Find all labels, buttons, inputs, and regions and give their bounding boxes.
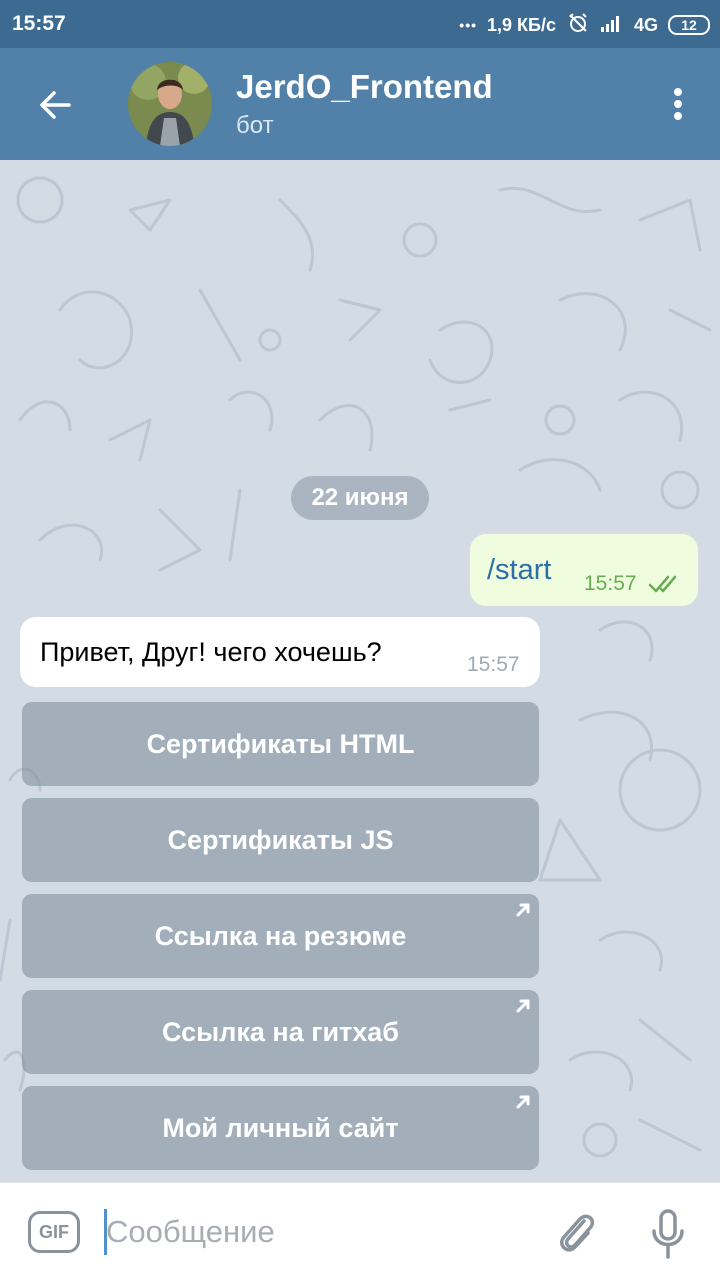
inline-button-label: Ссылка на гитхаб — [161, 1016, 399, 1047]
chat-title[interactable]: JerdO_Frontend — [236, 68, 493, 106]
date-separator: 22 июня — [291, 476, 429, 520]
inline-button-label: Сертификаты JS — [167, 824, 394, 855]
read-checkmarks-icon — [648, 575, 677, 593]
chat-area[interactable]: 22 июня /start 15:57 Привет, Друг! чего … — [0, 160, 720, 1182]
signal-icon — [600, 13, 624, 38]
chat-header: JerdO_Frontend бот — [0, 48, 720, 160]
microphone-icon[interactable] — [648, 1207, 688, 1261]
external-link-icon — [516, 999, 530, 1013]
attach-paperclip-icon[interactable] — [554, 1209, 600, 1257]
inline-button-label: Ссылка на резюме — [154, 920, 407, 951]
notification-dots: ••• — [459, 17, 478, 33]
chat-subtitle: бот — [236, 112, 274, 139]
message-time: 15:57 — [584, 572, 637, 595]
avatar[interactable] — [128, 62, 212, 146]
inline-button-github-link[interactable]: Ссылка на гитхаб — [22, 990, 539, 1074]
status-icons: ••• 1,9 КБ/с 4G 12 — [459, 12, 710, 38]
inline-button-personal-site[interactable]: Мой личный сайт — [22, 1086, 539, 1170]
inline-button-label: Мой личный сайт — [162, 1112, 399, 1143]
inline-button-certificates-html[interactable]: Сертификаты HTML — [22, 702, 539, 786]
more-menu-button[interactable] — [666, 82, 690, 126]
outgoing-message[interactable]: /start 15:57 — [470, 534, 698, 606]
external-link-icon — [516, 903, 530, 917]
incoming-message[interactable]: Привет, Друг! чего хочешь? 15:57 — [20, 617, 540, 687]
back-button[interactable] — [30, 80, 80, 130]
external-link-icon — [516, 1095, 530, 1109]
status-time: 15:57 — [12, 12, 66, 35]
message-time: 15:57 — [467, 653, 520, 676]
inline-button-label: Сертификаты HTML — [146, 728, 415, 759]
inline-button-resume-link[interactable]: Ссылка на резюме — [22, 894, 539, 978]
gif-button[interactable]: GIF — [28, 1211, 80, 1253]
arrow-back-icon — [40, 91, 71, 119]
network-speed: 1,9 КБ/с — [487, 14, 556, 35]
message-text: /start — [487, 554, 552, 586]
message-input[interactable] — [106, 1207, 526, 1257]
alarm-off-icon — [566, 11, 590, 40]
network-type: 4G — [633, 14, 658, 35]
status-bar: 15:57 ••• 1,9 КБ/с 4G 12 — [0, 0, 720, 48]
message-input-bar: GIF — [0, 1182, 720, 1280]
inline-button-certificates-js[interactable]: Сертификаты JS — [22, 798, 539, 882]
battery-indicator: 12 — [668, 15, 710, 35]
message-text: Привет, Друг! чего хочешь? — [40, 637, 382, 667]
more-vert-icon — [674, 88, 682, 96]
